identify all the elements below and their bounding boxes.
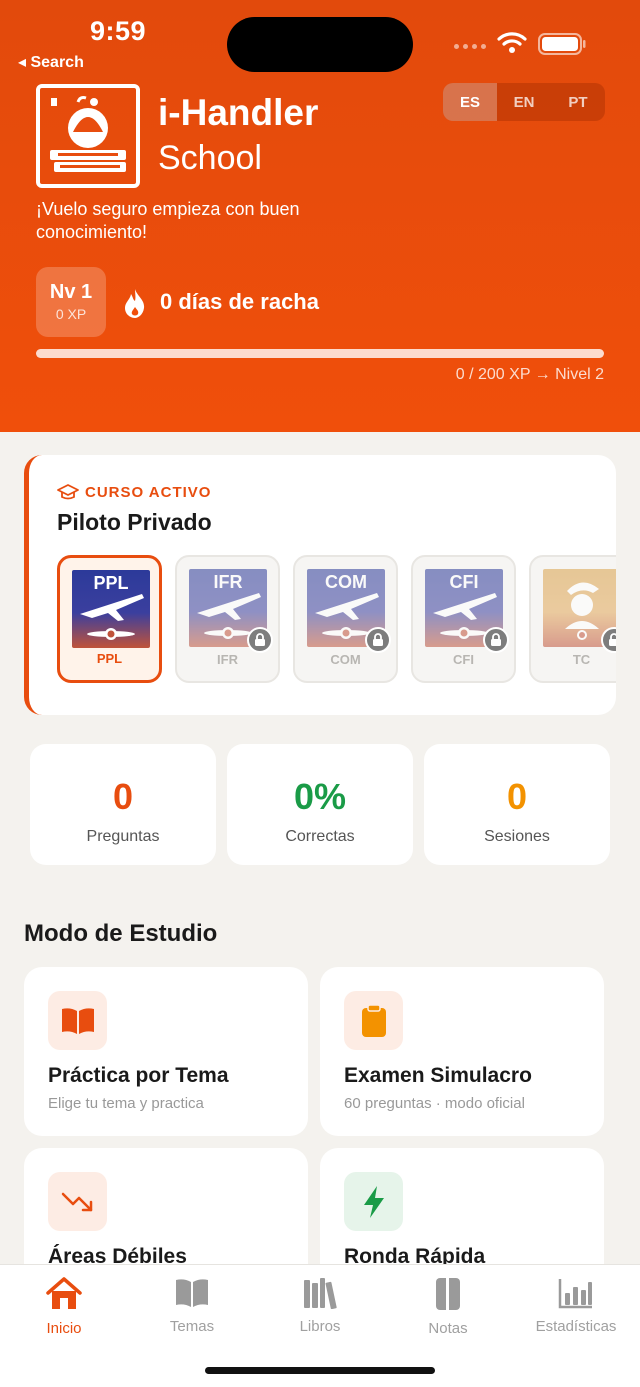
signal-icon: [454, 44, 486, 49]
book-icon: [176, 1279, 208, 1307]
streak-label: 0 días de racha: [160, 289, 319, 314]
course-tile-label: IFR: [217, 652, 238, 667]
course-badge-code: CFI: [449, 572, 479, 592]
tagline: ¡Vuelo seguro empieza con buen conocimie…: [36, 199, 300, 242]
stat-label: Correctas: [285, 828, 355, 845]
lock-icon: [601, 627, 616, 653]
tab-label: Libros: [299, 1318, 341, 1335]
status-time: 9:59: [90, 16, 147, 46]
lock-icon: [483, 627, 509, 653]
lock-icon: [247, 627, 273, 653]
app-name: i-Handler: [158, 92, 319, 133]
course-tile-label: CFI: [453, 652, 474, 667]
home-indicator[interactable]: [205, 1367, 435, 1374]
study-mode-heading: Modo de Estudio: [24, 920, 218, 947]
course-badge-code: COM: [325, 572, 367, 592]
bolt-icon: [344, 1172, 403, 1231]
course-kicker: CURSO ACTIVO: [57, 483, 211, 501]
xp-progress-bar: [36, 349, 604, 358]
wifi-icon: [497, 32, 527, 53]
battery-icon: [538, 33, 586, 55]
stat-label: Sesiones: [484, 828, 550, 845]
notes-icon: [436, 1278, 460, 1310]
language-selector[interactable]: ES EN PT: [443, 83, 605, 121]
mode-mock-exam[interactable]: Examen Simulacro 60 preguntas · modo ofi…: [320, 967, 604, 1136]
tab-libros[interactable]: Libros: [256, 1277, 384, 1335]
stat-value: 0: [112, 776, 134, 817]
course-tile-label: COM: [330, 652, 361, 667]
book-icon: [48, 991, 107, 1050]
mode-subtitle: Elige tu tema y practica: [48, 1095, 204, 1112]
course-kicker-label: CURSO ACTIVO: [85, 483, 212, 501]
tab-label: Inicio: [46, 1320, 82, 1337]
course-tile-ppl[interactable]: PPL PPL: [57, 555, 162, 683]
graduation-cap-icon: [57, 484, 79, 500]
books-icon: [304, 1278, 337, 1310]
language-es[interactable]: ES: [443, 83, 497, 121]
stat-sesiones: 0 Sesiones: [424, 744, 610, 865]
trend-down-icon: [48, 1172, 107, 1231]
tab-label: Temas: [169, 1318, 215, 1335]
chart-icon: [558, 1279, 592, 1309]
clipboard-icon: [344, 991, 403, 1050]
xp-progress-text: 0 / 200 XP → Nivel 2: [455, 366, 604, 383]
course-tile-cfi[interactable]: CFI CFI: [411, 555, 516, 683]
level-label: Nv 1: [49, 281, 93, 303]
back-to-search-link[interactable]: ◂ Search: [18, 52, 84, 72]
tab-estadisticas[interactable]: Estadísticas: [512, 1277, 640, 1335]
lock-icon: [365, 627, 391, 653]
mode-practice-by-topic[interactable]: Práctica por Tema Elige tu tema y practi…: [24, 967, 308, 1136]
tab-label: Notas: [428, 1320, 468, 1337]
course-badge-code: IFR: [213, 572, 243, 592]
mode-title: Práctica por Tema: [48, 1064, 229, 1087]
course-tile-label: TC: [572, 652, 591, 667]
stat-preguntas: 0 Preguntas: [30, 744, 216, 865]
home-icon: [46, 1277, 82, 1309]
course-tile-label: PPL: [96, 651, 123, 666]
dynamic-island: [227, 17, 413, 72]
tab-label: Estadísticas: [535, 1318, 617, 1335]
header-banner: 9:59 ◂ Search i-Handler School ES EN PT …: [0, 0, 640, 432]
course-title: Piloto Privado: [57, 509, 212, 535]
level-xp: 0 XP: [55, 306, 87, 322]
active-course-card: CURSO ACTIVO Piloto Privado PPL PPL IFR: [24, 455, 616, 715]
app-logo: [36, 84, 140, 188]
course-tile-com[interactable]: COM COM: [293, 555, 398, 683]
language-en[interactable]: EN: [497, 83, 551, 121]
course-tile-tc[interactable]: TC: [529, 555, 616, 683]
stat-value: 0%: [293, 776, 347, 817]
level-badge: Nv 1 0 XP: [36, 267, 106, 337]
stat-label: Preguntas: [86, 828, 160, 845]
mode-subtitle: 60 preguntas · modo oficial: [344, 1095, 525, 1112]
tab-temas[interactable]: Temas: [128, 1277, 256, 1335]
course-badge-code: PPL: [93, 573, 129, 593]
books-pilot-icon: [50, 96, 126, 172]
app-subtitle: School: [158, 139, 262, 177]
stat-value: 0: [506, 776, 528, 817]
course-badge-ppl: PPL: [72, 570, 150, 648]
course-selector: PPL PPL IFR IFR COM COM CFI CFI TC: [57, 555, 616, 683]
language-pt[interactable]: PT: [551, 83, 605, 121]
tab-notas[interactable]: Notas: [384, 1277, 512, 1337]
tab-inicio[interactable]: Inicio: [0, 1277, 128, 1337]
flame-icon: [125, 289, 145, 318]
mode-title: Examen Simulacro: [344, 1064, 532, 1087]
stat-correctas: 0% Correctas: [227, 744, 413, 865]
course-tile-ifr[interactable]: IFR IFR: [175, 555, 280, 683]
